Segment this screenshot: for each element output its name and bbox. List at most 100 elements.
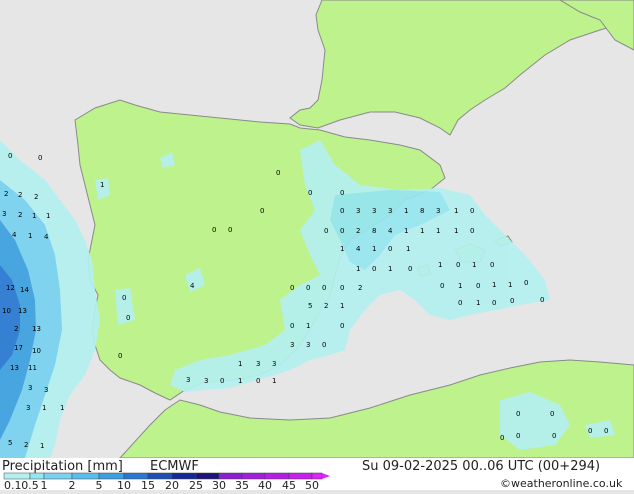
svg-text:0: 0 [604,427,608,435]
svg-text:0: 0 [228,226,232,234]
color-scale-tick: 0.5 [21,479,39,490]
svg-text:0: 0 [256,377,260,385]
svg-text:0: 0 [340,227,344,235]
svg-text:0: 0 [500,434,504,442]
svg-text:0: 0 [372,265,376,273]
svg-text:1: 1 [100,181,104,189]
svg-text:1: 1 [438,261,442,269]
svg-text:2: 2 [4,190,8,198]
svg-text:3: 3 [306,341,310,349]
svg-text:2: 2 [14,325,18,333]
svg-text:1: 1 [28,232,32,240]
svg-text:8: 8 [372,227,376,235]
valid-time: Su 09-02-2025 00..06 UTC (00+294) [362,459,600,474]
svg-text:1: 1 [238,377,242,385]
svg-text:10: 10 [32,347,41,355]
svg-text:3: 3 [44,386,48,394]
svg-text:1: 1 [420,227,424,235]
svg-text:13: 13 [32,325,41,333]
model-name: ECMWF [150,459,199,474]
svg-text:0: 0 [470,227,474,235]
svg-text:1: 1 [404,227,408,235]
svg-text:2: 2 [358,284,362,292]
svg-text:1: 1 [340,245,344,253]
svg-text:0: 0 [324,227,328,235]
svg-text:2: 2 [18,211,22,219]
svg-text:1: 1 [340,302,344,310]
svg-text:0: 0 [440,282,444,290]
svg-text:0: 0 [122,294,126,302]
svg-text:0: 0 [524,279,528,287]
svg-text:1: 1 [40,442,44,450]
svg-text:0: 0 [212,226,216,234]
svg-text:1: 1 [372,245,376,253]
svg-text:8: 8 [420,207,424,215]
svg-text:4: 4 [12,231,17,239]
svg-text:0: 0 [470,207,474,215]
color-scale-tick: 20 [165,479,179,490]
svg-text:14: 14 [20,286,29,294]
color-scale-tick: 15 [141,479,155,490]
credit-text: ©weatheronline.co.uk [500,477,623,490]
svg-text:3: 3 [204,377,208,385]
svg-text:0: 0 [340,189,344,197]
svg-text:0: 0 [290,284,294,292]
svg-text:3: 3 [256,360,260,368]
svg-text:0: 0 [322,284,326,292]
color-scale-tick: 30 [212,479,226,490]
svg-text:0: 0 [308,189,312,197]
svg-text:3: 3 [388,207,392,215]
precipitation-map: 0 0 2 2 2 3 2 1 1 4 1 4 12 14 10 13 2 13… [0,0,634,458]
svg-text:1: 1 [46,212,50,220]
svg-text:3: 3 [28,384,32,392]
svg-text:3: 3 [436,207,440,215]
svg-text:1: 1 [472,261,476,269]
legend-bar: Precipitation [mm] ECMWF Su 09-02-2025 0… [0,458,634,492]
color-scale-tick: 40 [258,479,272,490]
svg-text:0: 0 [510,297,514,305]
svg-text:1: 1 [404,207,408,215]
color-scale-tick: 5 [96,479,103,490]
color-scale-tick: 1 [41,479,48,490]
svg-text:0: 0 [552,432,556,440]
svg-text:3: 3 [272,360,276,368]
svg-text:0: 0 [588,427,592,435]
svg-text:0: 0 [276,169,280,177]
color-scale-arrow [322,473,330,479]
svg-text:1: 1 [60,404,64,412]
svg-text:0: 0 [458,299,462,307]
svg-text:0: 0 [516,432,520,440]
svg-text:0: 0 [388,245,392,253]
svg-text:0: 0 [220,377,224,385]
svg-text:1: 1 [476,299,480,307]
svg-text:1: 1 [272,377,276,385]
svg-text:13: 13 [10,364,19,372]
svg-text:1: 1 [406,245,410,253]
svg-text:4: 4 [190,282,195,290]
svg-text:13: 13 [18,307,27,315]
svg-text:3: 3 [2,210,6,218]
color-scale: 0.1 0.5 1 2 5 10 15 20 25 30 35 40 45 50 [3,472,330,492]
svg-text:1: 1 [306,322,310,330]
svg-text:1: 1 [32,212,36,220]
svg-text:12: 12 [6,284,15,292]
svg-text:2: 2 [356,227,360,235]
svg-text:0: 0 [550,410,554,418]
svg-text:0: 0 [38,154,42,162]
map-title: Precipitation [mm] [2,459,123,474]
svg-text:10: 10 [2,307,11,315]
svg-text:2: 2 [18,191,22,199]
svg-text:0: 0 [340,322,344,330]
svg-text:0: 0 [260,207,264,215]
svg-text:1: 1 [454,207,458,215]
svg-text:1: 1 [42,404,46,412]
svg-text:2: 2 [324,302,328,310]
color-scale-tick: 35 [235,479,249,490]
svg-text:2: 2 [34,193,38,201]
svg-text:5: 5 [308,302,312,310]
svg-text:0: 0 [306,284,310,292]
svg-text:0: 0 [476,282,480,290]
color-scale-tick: 25 [189,479,203,490]
svg-text:0: 0 [492,299,496,307]
svg-text:3: 3 [290,341,294,349]
